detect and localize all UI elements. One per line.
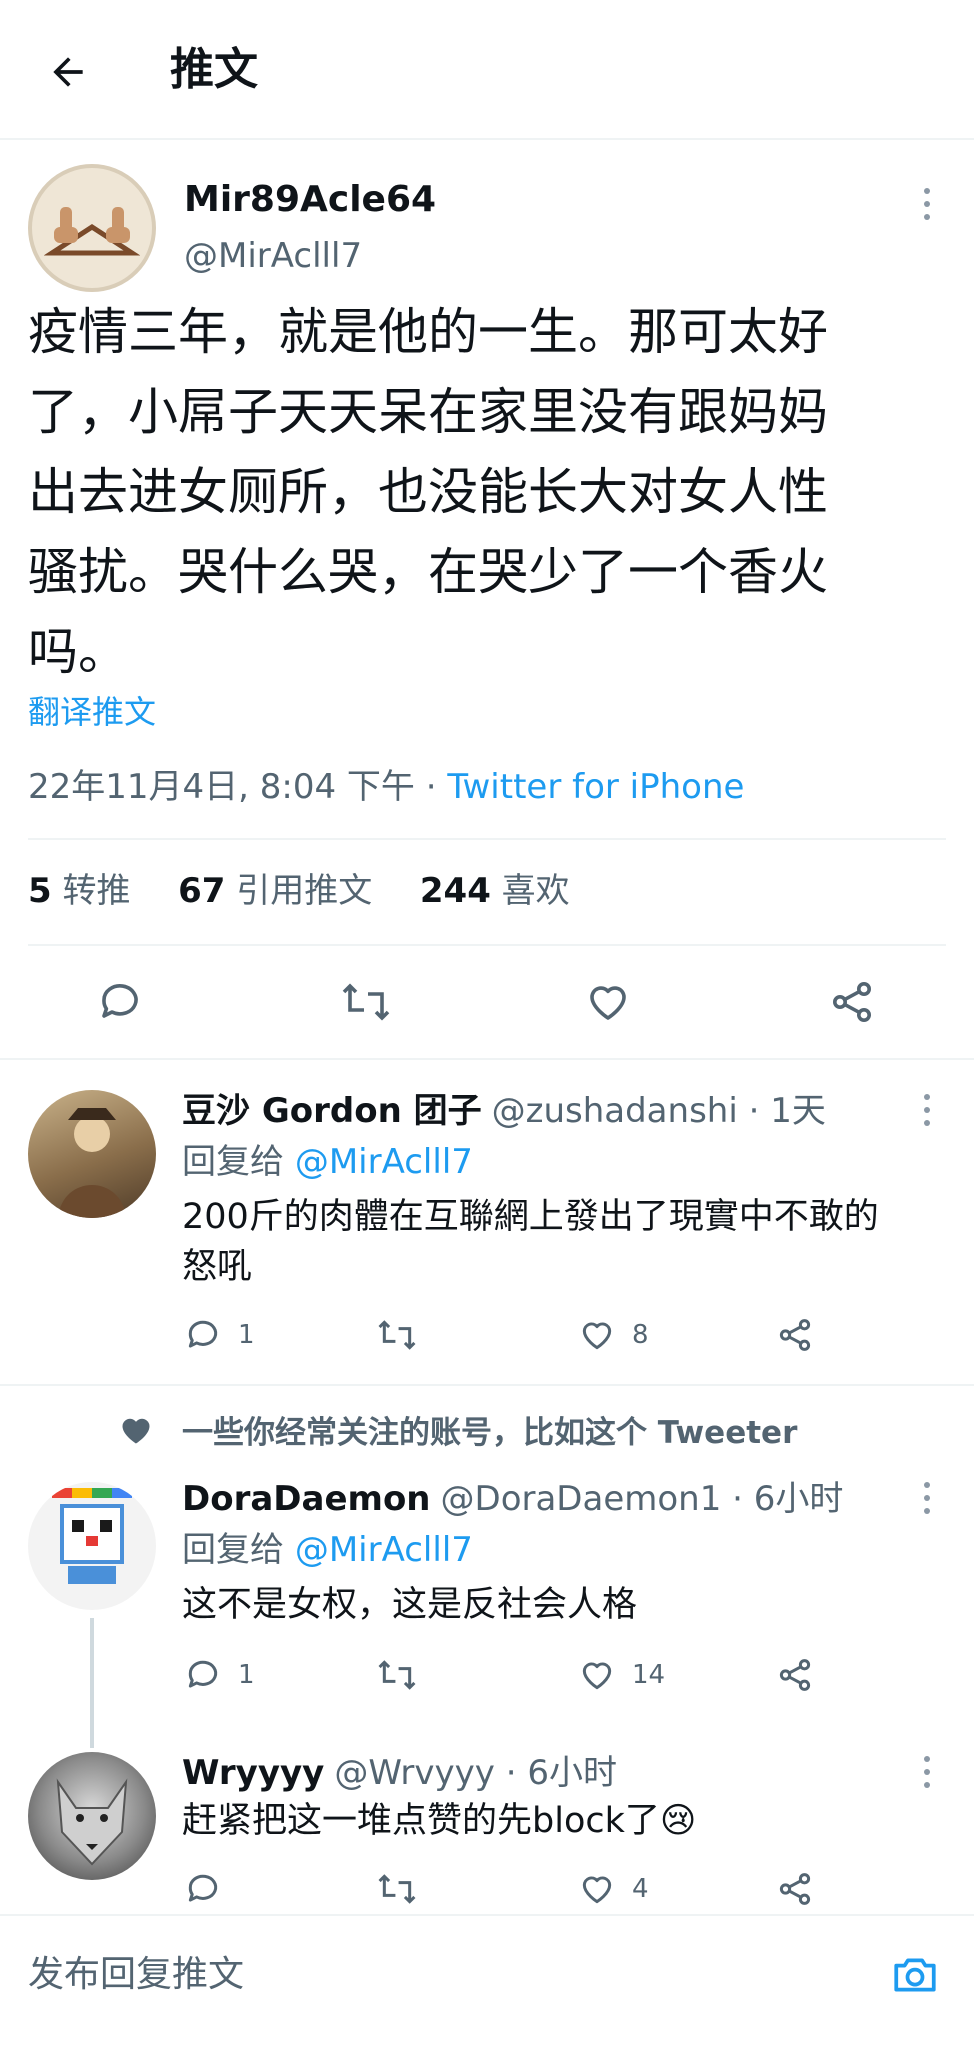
divider [28, 838, 946, 840]
retweet-icon [376, 1656, 418, 1694]
reply-to-line: 回复给 @MirAclll7 [182, 1530, 473, 1570]
like-icon [578, 1870, 616, 1908]
more-options-icon[interactable] [920, 1756, 934, 1788]
retweet-icon [376, 1316, 418, 1354]
avatar-graphic [58, 1108, 126, 1218]
avatar-graphic [56, 1778, 128, 1866]
arrow-left-icon [46, 50, 90, 94]
reply-text: 这不是女权，这是反社会人格 [182, 1585, 638, 1625]
reply-author-handle[interactable]: @zushadanshi [492, 1091, 738, 1131]
like-action[interactable]: 8 [578, 1316, 649, 1354]
source-link[interactable]: Twitter for iPhone [447, 767, 744, 807]
reply-to-handle[interactable]: @MirAclll7 [295, 1530, 473, 1570]
avatar-graphic [44, 207, 140, 256]
like-count: 14 [632, 1660, 666, 1690]
translate-link[interactable]: 翻译推文 [28, 690, 156, 734]
share-icon[interactable] [776, 1316, 814, 1354]
divider [0, 1058, 974, 1060]
reply-icon [184, 1656, 222, 1694]
divider [0, 1384, 974, 1386]
reply-icon[interactable] [96, 978, 144, 1026]
like-action[interactable]: 14 [578, 1656, 665, 1694]
page-title: 推文 [170, 44, 258, 95]
compose-input[interactable]: 发布回复推文 [28, 1950, 244, 2000]
avatar[interactable] [28, 1752, 156, 1880]
share-icon[interactable] [776, 1656, 814, 1694]
retweet-action[interactable] [376, 1316, 434, 1354]
reply-author-name[interactable]: DoraDaemon [182, 1479, 431, 1519]
like-count: 8 [632, 1320, 649, 1350]
reply-author-name[interactable]: Wryyyy [182, 1753, 324, 1793]
tweet-text-line: 出去进女厕所，也没能长大对女人性 [28, 463, 828, 521]
avatar[interactable] [28, 1482, 156, 1610]
likes-stat[interactable]: 244 喜欢 [420, 871, 570, 911]
tweet-stats: 5 转推 67 引用推文 244 喜欢 [28, 866, 570, 916]
share-icon[interactable] [828, 978, 876, 1026]
reply-time: · 6小时 [721, 1479, 844, 1519]
reply-text: 赶紧把这一堆点赞的先block了😢 [182, 1801, 697, 1841]
author-name[interactable]: Mir89Acle64 [184, 178, 436, 222]
reply-to-handle[interactable]: @MirAclll7 [295, 1142, 473, 1182]
more-options-icon[interactable] [920, 188, 934, 220]
avatar[interactable] [28, 164, 156, 292]
like-icon [578, 1316, 616, 1354]
tweet-text-line: 骚扰。哭什么哭，在哭少了一个香火 [28, 543, 828, 601]
reply-action[interactable] [184, 1870, 238, 1908]
like-icon[interactable] [584, 978, 632, 1026]
camera-icon[interactable] [890, 1950, 940, 2000]
share-icon[interactable] [776, 1870, 814, 1908]
reply-time: · 6小时 [494, 1753, 617, 1793]
tweet-text-line: 疫情三年，就是他的一生。那可太好 [28, 303, 828, 361]
reply-icon [184, 1870, 222, 1908]
retweet-icon[interactable] [340, 978, 392, 1026]
tweet-text: 疫情三年，就是他的一生。那可太好 了，小屌子天天呆在家里没有跟妈妈 出去进女厕所… [28, 292, 828, 692]
quotes-stat[interactable]: 67 引用推文 [178, 871, 372, 911]
reply-action[interactable]: 1 [184, 1316, 255, 1354]
reply-action[interactable]: 1 [184, 1656, 255, 1694]
tweet-meta: 22年11月4日, 8:04 下午 · Twitter for iPhone [28, 764, 744, 810]
back-button[interactable] [40, 44, 96, 100]
reply-count: 1 [238, 1660, 255, 1690]
divider [28, 944, 946, 946]
reply-header: DoraDaemon @DoraDaemon1 · 6小时 [182, 1474, 843, 1524]
reply-author-name[interactable]: 豆沙 Gordon 团子 [182, 1091, 482, 1131]
reply-author-handle[interactable]: @Wrvyyy [334, 1753, 495, 1793]
retweet-action[interactable] [376, 1656, 434, 1694]
reply-to-line: 回复给 @MirAclll7 [182, 1142, 473, 1182]
like-count: 4 [632, 1874, 649, 1904]
reply-header: Wryyyy @Wrvyyy · 6小时 [182, 1748, 617, 1798]
reply-icon [184, 1316, 222, 1354]
context-note: 一些你经常关注的账号，比如这个 Tweeter [182, 1415, 798, 1451]
more-options-icon[interactable] [920, 1482, 934, 1514]
retweets-stat[interactable]: 5 转推 [28, 871, 130, 911]
heart-icon [118, 1412, 154, 1448]
reply-time: · 1天 [737, 1091, 826, 1131]
more-options-icon[interactable] [920, 1094, 934, 1126]
reply-count: 1 [238, 1320, 255, 1350]
avatar[interactable] [28, 1090, 156, 1218]
tweet-text-line: 吗。 [28, 623, 128, 681]
timestamp: 22年11月4日, 8:04 下午 · [28, 767, 448, 807]
top-bar [0, 0, 974, 140]
reply-header: 豆沙 Gordon 团子 @zushadanshi · 1天 [182, 1086, 826, 1136]
avatar-graphic [52, 1488, 132, 1584]
thread-line [90, 1618, 94, 1748]
retweet-icon [376, 1870, 418, 1908]
like-icon [578, 1656, 616, 1694]
author-handle[interactable]: @MirAclll7 [184, 234, 362, 278]
crying-emoji: 😢 [659, 1801, 697, 1841]
tweet-text-line: 了，小屌子天天呆在家里没有跟妈妈 [28, 383, 828, 441]
reply-author-handle[interactable]: @DoraDaemon1 [441, 1479, 722, 1519]
retweet-action[interactable] [376, 1870, 434, 1908]
like-action[interactable]: 4 [578, 1870, 649, 1908]
reply-text: 200斤的肉體在互聯網上發出了現實中不敢的 怒吼 [182, 1197, 879, 1287]
